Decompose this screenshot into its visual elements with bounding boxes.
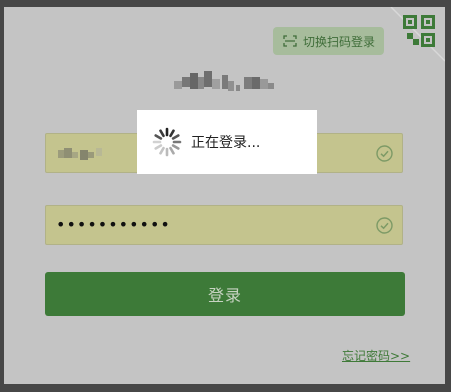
forgot-password-link[interactable]: 忘记密码>>	[342, 347, 410, 364]
masked-account-name	[174, 71, 274, 91]
login-button[interactable]: 登录	[45, 272, 405, 316]
password-field[interactable]: •••••••••••	[45, 205, 403, 245]
password-value: •••••••••••	[56, 215, 171, 234]
check-circle-icon	[376, 217, 393, 234]
loading-popup: 正在登录...	[137, 110, 317, 174]
check-circle-icon	[376, 145, 393, 162]
switch-to-qr-login-button[interactable]: 切换扫码登录	[273, 27, 384, 55]
loading-spinner-icon	[152, 127, 182, 157]
login-button-label: 登录	[207, 286, 242, 305]
scan-frame-icon	[283, 35, 297, 47]
loading-text: 正在登录...	[191, 135, 261, 151]
switch-to-qr-login-label: 切换扫码登录	[303, 34, 376, 49]
qr-code-icon[interactable]	[383, 7, 445, 69]
login-panel: 切换扫码登录 ••••••••••• 登录 忘记密码>>	[4, 7, 445, 384]
masked-username-value	[58, 148, 102, 160]
